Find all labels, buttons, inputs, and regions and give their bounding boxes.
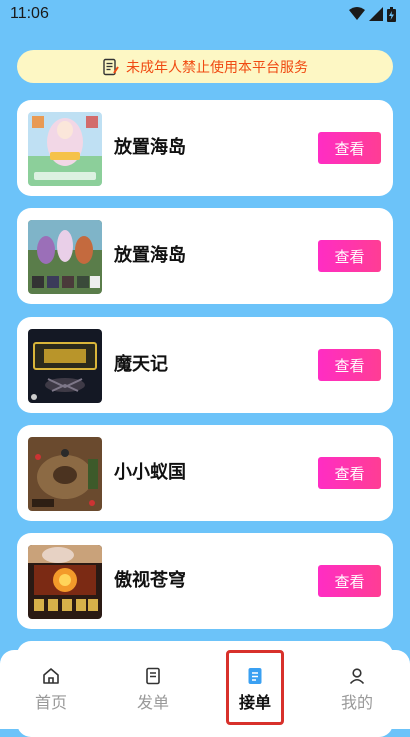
game-thumbnail	[28, 329, 102, 403]
status-time: 11:06	[10, 5, 49, 22]
tab-label: 发单	[136, 692, 169, 712]
game-name: 放置海岛	[114, 245, 186, 266]
view-button[interactable]: 查看	[318, 349, 381, 381]
signal-icon	[369, 7, 383, 21]
game-card[interactable]: 放置海岛 查看	[17, 208, 393, 304]
active-tab-highlight-frame	[226, 650, 284, 725]
bottom-tab-bar: 首页 发单 接单 我的	[0, 650, 410, 729]
view-button[interactable]: 查看	[318, 240, 381, 272]
battery-icon	[387, 6, 396, 22]
status-bar: 11:06	[0, 0, 410, 28]
game-card[interactable]: 小小蚁国 查看	[17, 425, 393, 521]
document-icon	[103, 58, 119, 75]
game-thumbnail	[28, 112, 102, 186]
game-card[interactable]: 魔天记 查看	[17, 317, 393, 413]
view-button[interactable]: 查看	[318, 132, 381, 164]
minor-warning-banner: 未成年人禁止使用本平台服务	[17, 50, 393, 83]
tab-home[interactable]: 首页	[0, 650, 102, 729]
home-icon	[43, 667, 59, 684]
game-thumbnail	[28, 220, 102, 294]
tab-label: 我的	[340, 692, 373, 712]
notice-text: 未成年人禁止使用本平台服务	[126, 59, 308, 76]
wifi-icon	[349, 7, 365, 20]
game-name: 小小蚁国	[114, 462, 186, 483]
tab-mine[interactable]: 我的	[306, 650, 408, 729]
game-name: 傲视苍穹	[114, 570, 186, 591]
game-thumbnail	[28, 437, 102, 511]
game-card[interactable]: 傲视苍穹 查看	[17, 533, 393, 629]
game-name: 放置海岛	[114, 137, 186, 158]
tab-label: 首页	[34, 692, 67, 712]
user-icon	[349, 667, 365, 684]
publish-icon	[146, 667, 160, 684]
view-button[interactable]: 查看	[318, 565, 381, 597]
status-icons	[349, 6, 396, 22]
game-name: 魔天记	[114, 354, 168, 375]
view-button[interactable]: 查看	[318, 457, 381, 489]
game-thumbnail	[28, 545, 102, 619]
tab-publish[interactable]: 发单	[102, 650, 204, 729]
game-card[interactable]: 放置海岛 查看	[17, 100, 393, 196]
